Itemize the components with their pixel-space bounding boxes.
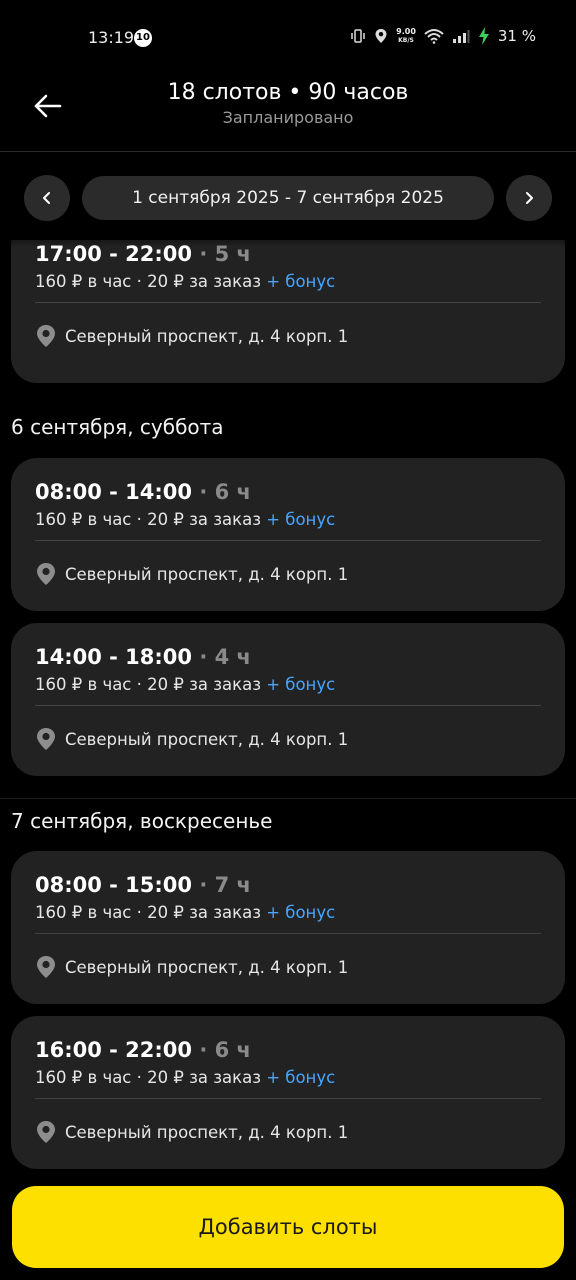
bonus-link[interactable]: + бонус — [266, 675, 335, 694]
charging-icon — [478, 27, 490, 45]
day-header: 7 сентября, воскресенье — [11, 809, 273, 833]
slot-location: Северный проспект, д. 4 корп. 1 — [35, 955, 348, 979]
slot-pay: 160 ₽ в час · 20 ₽ за заказ + бонус — [35, 903, 335, 922]
slot-location: Северный проспект, д. 4 корп. 1 — [35, 324, 348, 348]
slot-card[interactable]: 14:00 - 18:00 · 4 ч 160 ₽ в час · 20 ₽ з… — [11, 623, 565, 776]
slot-duration: · 7 ч — [192, 873, 251, 897]
card-divider — [35, 705, 541, 706]
slot-duration: · 4 ч — [192, 645, 251, 669]
card-divider — [35, 540, 541, 541]
bonus-link[interactable]: + бонус — [266, 272, 335, 291]
slot-pay: 160 ₽ в час · 20 ₽ за заказ + бонус — [35, 675, 335, 694]
slot-address: Северный проспект, д. 4 корп. 1 — [65, 1122, 349, 1142]
slot-time: 14:00 - 18:00 · 4 ч — [35, 645, 251, 669]
wifi-icon — [424, 28, 444, 44]
bottom-bar: Добавить слоты — [0, 1174, 576, 1280]
slot-pay: 160 ₽ в час · 20 ₽ за заказ + бонус — [35, 1068, 335, 1087]
slot-card[interactable]: 08:00 - 15:00 · 7 ч 160 ₽ в час · 20 ₽ з… — [11, 851, 565, 1004]
slot-rate: 160 ₽ в час · 20 ₽ за заказ — [35, 903, 261, 922]
location-pin-icon — [37, 563, 55, 585]
signal-icon — [452, 29, 470, 43]
section-divider — [0, 798, 576, 799]
slot-rate: 160 ₽ в час · 20 ₽ за заказ — [35, 272, 261, 291]
slot-card[interactable]: 08:00 - 14:00 · 6 ч 160 ₽ в час · 20 ₽ з… — [11, 458, 565, 611]
battery-level: 31 % — [497, 27, 536, 45]
page-title: 18 слотов • 90 часов — [167, 80, 409, 105]
slot-time-range: 08:00 - 14:00 — [35, 480, 193, 504]
slot-address: Северный проспект, д. 4 корп. 1 — [65, 326, 349, 346]
location-pin-icon — [37, 956, 55, 978]
week-navigation: 1 сентября 2025 - 7 сентября 2025 — [0, 175, 576, 221]
slot-location: Северный проспект, д. 4 корп. 1 — [35, 1120, 348, 1144]
slot-time-range: 16:00 - 22:00 — [35, 1038, 193, 1062]
slot-location: Северный проспект, д. 4 корп. 1 — [35, 727, 348, 751]
previous-week-button[interactable] — [24, 175, 70, 221]
slot-card[interactable]: 16:00 - 22:00 · 6 ч 160 ₽ в час · 20 ₽ з… — [11, 1016, 565, 1169]
status-icons: 9.00 KB/S 31 % — [350, 27, 536, 45]
slot-card[interactable]: 17:00 - 22:00 · 5 ч 160 ₽ в час · 20 ₽ з… — [11, 240, 565, 383]
top-bar: 18 слотов • 90 часов Запланировано — [0, 76, 576, 152]
vibrate-icon — [350, 28, 366, 44]
slot-address: Северный проспект, д. 4 корп. 1 — [65, 564, 349, 584]
page-subtitle: Запланировано — [222, 108, 354, 127]
date-range-selector[interactable]: 1 сентября 2025 - 7 сентября 2025 — [82, 176, 494, 220]
card-divider — [35, 1098, 541, 1099]
notification-badge: 10 — [134, 29, 152, 47]
slot-rate: 160 ₽ в час · 20 ₽ за заказ — [35, 675, 261, 694]
slot-address: Северный проспект, д. 4 корп. 1 — [65, 729, 349, 749]
card-divider — [35, 933, 541, 934]
slot-address: Северный проспект, д. 4 корп. 1 — [65, 957, 349, 977]
location-icon — [374, 28, 388, 44]
slot-rate: 160 ₽ в час · 20 ₽ за заказ — [35, 1068, 261, 1087]
next-week-button[interactable] — [506, 175, 552, 221]
net-speed-unit: KB/S — [398, 36, 414, 44]
slot-time-range: 08:00 - 15:00 — [35, 873, 193, 897]
net-speed: 9.00 KB/S — [396, 26, 416, 45]
slot-rate: 160 ₽ в час · 20 ₽ за заказ — [35, 510, 261, 529]
location-pin-icon — [37, 1121, 55, 1143]
chevron-right-icon — [526, 192, 533, 204]
location-pin-icon — [37, 325, 55, 347]
net-speed-value: 9.00 — [396, 26, 416, 36]
scroll-fade — [0, 225, 576, 247]
slot-location: Северный проспект, д. 4 корп. 1 — [35, 562, 348, 586]
slot-pay: 160 ₽ в час · 20 ₽ за заказ + бонус — [35, 272, 335, 291]
day-header: 6 сентября, суббота — [11, 415, 224, 439]
slot-list[interactable]: 17:00 - 22:00 · 5 ч 160 ₽ в час · 20 ₽ з… — [0, 240, 576, 1280]
add-slots-button[interactable]: Добавить слоты — [12, 1186, 564, 1268]
slot-time: 08:00 - 15:00 · 7 ч — [35, 873, 251, 897]
bonus-link[interactable]: + бонус — [266, 1068, 335, 1087]
status-time: 13:19 — [88, 28, 135, 47]
chevron-left-icon — [43, 192, 50, 204]
slot-pay: 160 ₽ в час · 20 ₽ за заказ + бонус — [35, 510, 335, 529]
status-bar: 13:19 10 9.00 KB/S 31 % — [0, 0, 576, 76]
slot-time: 16:00 - 22:00 · 6 ч — [35, 1038, 251, 1062]
slot-duration: · 6 ч — [192, 480, 251, 504]
bonus-link[interactable]: + бонус — [266, 903, 335, 922]
slot-duration: · 6 ч — [192, 1038, 251, 1062]
slot-time: 08:00 - 14:00 · 6 ч — [35, 480, 251, 504]
slot-time-range: 14:00 - 18:00 — [35, 645, 193, 669]
location-pin-icon — [37, 728, 55, 750]
bonus-link[interactable]: + бонус — [266, 510, 335, 529]
card-divider — [35, 302, 541, 303]
